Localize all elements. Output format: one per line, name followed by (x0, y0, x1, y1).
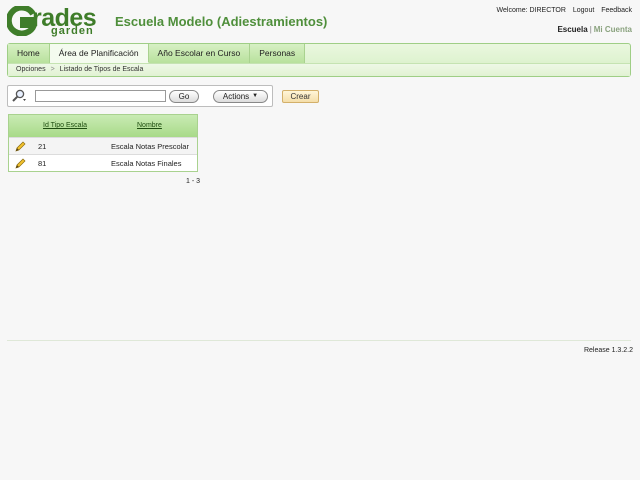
app-title: Escuela Modelo (Adiestramientos) (115, 14, 328, 29)
feedback-link[interactable]: Feedback (601, 7, 632, 14)
table-row: 21 Escala Notas Prescolar (9, 137, 197, 154)
grades-garden-logo[interactable]: rades garden (7, 4, 107, 38)
breadcrumb-separator: > (50, 66, 55, 73)
pencil-edit-icon[interactable] (15, 141, 26, 152)
logout-link[interactable]: Logout (573, 7, 594, 14)
tab-area-planificacion[interactable]: Área de Planificación (49, 44, 149, 63)
tab-home[interactable]: Home (8, 44, 50, 63)
go-button[interactable]: Go (169, 90, 199, 103)
escuela-link[interactable]: Escuela (557, 25, 587, 34)
table-row: 81 Escala Notas Finales (9, 154, 197, 171)
cell-id: 81 (38, 159, 47, 168)
chevron-down-icon: ▼ (252, 93, 259, 100)
search-input[interactable] (35, 90, 166, 102)
context-separator: | (589, 25, 592, 34)
tab-ano-escolar[interactable]: Año Escolar en Curso (148, 44, 251, 63)
breadcrumb-current: Listado de Tipos de Escala (59, 66, 144, 73)
cell-nombre: Escala Notas Prescolar (111, 142, 189, 151)
release-label: Release 1.3.2.2 (583, 347, 633, 354)
tipos-escala-table: Id Tipo Escala Nombre 21 Escala Notas Pr… (8, 114, 198, 172)
mi-cuenta-link[interactable]: Mi Cuenta (594, 25, 632, 34)
footer-divider (7, 340, 631, 341)
actions-menu-button[interactable]: Actions ▼ (213, 90, 268, 103)
tab-bar: Home Área de Planificación Año Escolar e… (8, 44, 306, 63)
pagination-label: 1 - 3 (186, 178, 201, 185)
search-region: Go Actions ▼ (7, 85, 273, 107)
table-header: Id Tipo Escala Nombre (9, 115, 197, 137)
breadcrumb-opciones[interactable]: Opciones (16, 66, 46, 73)
logo-subtext: garden (51, 25, 94, 37)
pencil-edit-icon[interactable] (15, 158, 26, 169)
column-header-nombre[interactable]: Nombre (137, 122, 162, 129)
column-header-id[interactable]: Id Tipo Escala (43, 122, 87, 129)
context-links: Escuela | Mi Cuenta (557, 25, 632, 34)
top-links: Welcome: DIRECTOR Logout Feedback (492, 7, 632, 14)
crear-button[interactable]: Crear (282, 90, 319, 103)
search-icon[interactable] (11, 89, 27, 103)
tab-personas[interactable]: Personas (250, 44, 306, 63)
cell-nombre: Escala Notas Finales (111, 159, 182, 168)
actions-label: Actions (222, 92, 250, 101)
welcome-text: Welcome: DIRECTOR (496, 7, 566, 14)
breadcrumb: Opciones > Listado de Tipos de Escala (8, 63, 630, 76)
cell-id: 21 (38, 142, 47, 151)
main-navigation: Home Área de Planificación Año Escolar e… (7, 43, 631, 77)
